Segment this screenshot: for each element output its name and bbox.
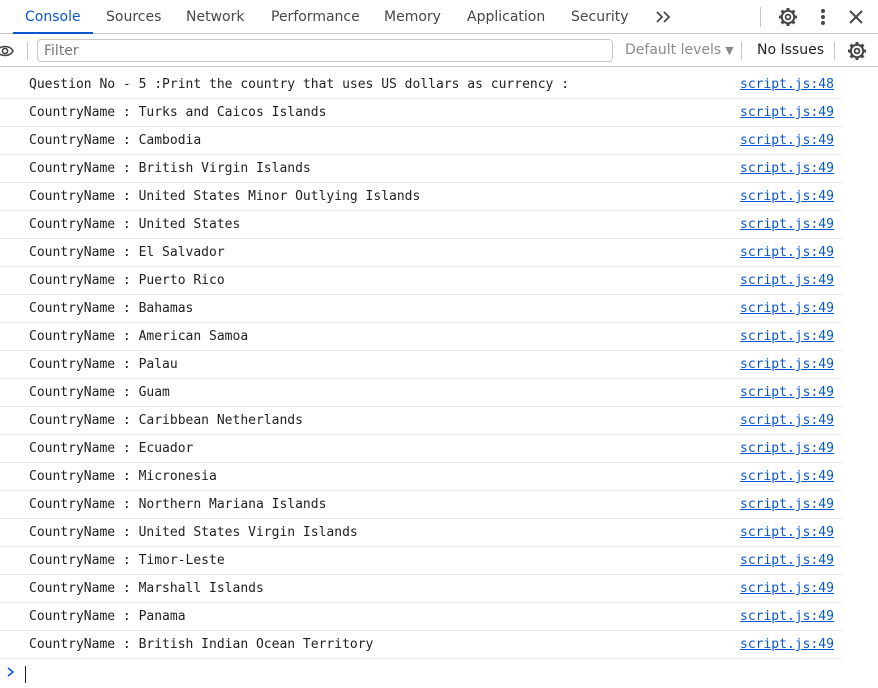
console-message: CountryName : Micronesia script.js:49 (0, 463, 842, 491)
message-text: CountryName : American Samoa (29, 329, 249, 344)
tab-sources[interactable]: Sources (106, 0, 161, 33)
console-message: CountryName : Northern Mariana Islands sc… (0, 491, 842, 519)
console-message: CountryName : Ecuador script.js:49 (0, 435, 842, 463)
message-text: CountryName : Micronesia (29, 469, 217, 484)
console-message: CountryName : Cambodia script.js:49 (0, 127, 842, 155)
console-message: CountryName : British Virgin Islands scri… (0, 155, 842, 183)
message-text: CountryName : Puerto Rico (29, 273, 225, 288)
console-message: CountryName : American Samoa script.js:49 (0, 323, 842, 351)
console-prompt-icon (6, 664, 16, 684)
source-link[interactable]: script.js:49 (740, 211, 834, 239)
source-link[interactable]: script.js:49 (740, 407, 834, 435)
source-link[interactable]: script.js:49 (740, 351, 834, 379)
tab-application[interactable]: Application (467, 0, 545, 33)
source-link[interactable]: script.js:49 (740, 575, 834, 603)
console-message: CountryName : British Indian Ocean Terri… (0, 631, 842, 659)
tab-security[interactable]: Security (571, 0, 629, 33)
close-icon[interactable] (845, 6, 867, 28)
message-text: CountryName : Ecuador (29, 441, 194, 456)
message-text: CountryName : Timor-Leste (29, 553, 225, 568)
source-link[interactable]: script.js:49 (740, 155, 834, 183)
source-link[interactable]: script.js:49 (740, 435, 834, 463)
console-prompt[interactable] (0, 660, 878, 688)
message-text: CountryName : El Salvador (29, 245, 225, 260)
console-message: CountryName : Palau script.js:49 (0, 351, 842, 379)
source-link[interactable]: script.js:49 (740, 323, 834, 351)
console-message: CountryName : United States Minor Outlyi… (0, 183, 842, 211)
source-link[interactable]: script.js:49 (740, 295, 834, 323)
source-link[interactable]: script.js:49 (740, 379, 834, 407)
source-link[interactable]: script.js:49 (740, 547, 834, 575)
tab-network[interactable]: Network (186, 0, 244, 33)
settings-gear-icon[interactable] (777, 6, 799, 28)
console-message: CountryName : United States Virgin Islan… (0, 519, 842, 547)
source-link[interactable]: script.js:49 (740, 99, 834, 127)
source-link[interactable]: script.js:49 (740, 127, 834, 155)
message-text: Question No - 5 :Print the country that … (29, 77, 570, 92)
console-message: CountryName : Guam script.js:49 (0, 379, 842, 407)
console-message: CountryName : El Salvador script.js:49 (0, 239, 842, 267)
message-text: CountryName : British Indian Ocean Terri… (29, 637, 374, 652)
more-tabs-icon[interactable] (653, 6, 675, 28)
source-link[interactable]: script.js:49 (740, 183, 834, 211)
message-text: CountryName : Northern Mariana Islands (29, 497, 327, 512)
console-message: CountryName : Panama script.js:49 (0, 603, 842, 631)
console-message: CountryName : Timor-Leste script.js:49 (0, 547, 842, 575)
console-toolbar: Default levels▼ No Issues (0, 34, 878, 67)
message-text: CountryName : United States Minor Outlyi… (29, 189, 421, 204)
message-text: CountryName : Bahamas (29, 301, 194, 316)
console-messages: Question No - 5 :Print the country that … (0, 71, 878, 659)
tab-memory[interactable]: Memory (384, 0, 441, 33)
toolbar-divider (834, 42, 835, 60)
toolbar-divider (741, 42, 742, 60)
filter-field[interactable] (37, 39, 613, 62)
tab-performance[interactable]: Performance (271, 0, 360, 33)
log-levels-label: Default levels (625, 42, 722, 58)
text-cursor (25, 666, 26, 683)
source-link[interactable]: script.js:49 (740, 519, 834, 547)
message-text: CountryName : Caribbean Netherlands (29, 413, 303, 428)
console-message: CountryName : Marshall Islands script.js:… (0, 575, 842, 603)
console-message: CountryName : Bahamas script.js:49 (0, 295, 842, 323)
message-text: CountryName : British Virgin Islands (29, 161, 311, 176)
message-text: CountryName : Panama (29, 609, 186, 624)
devtools-tab-bar: Console Sources Network Performance Memo… (0, 0, 878, 34)
message-text: CountryName : United States (29, 217, 241, 232)
message-text: CountryName : Marshall Islands (29, 581, 264, 596)
source-link[interactable]: script.js:49 (740, 631, 834, 659)
message-text: CountryName : United States Virgin Islan… (29, 525, 358, 540)
message-text: CountryName : Turks and Caicos Islands (29, 105, 327, 120)
dropdown-caret-icon: ▼ (725, 44, 734, 57)
console-message: Question No - 5 :Print the country that … (0, 71, 842, 99)
issues-counter[interactable]: No Issues (757, 34, 824, 67)
console-message: CountryName : Puerto Rico script.js:49 (0, 267, 842, 295)
message-text: CountryName : Guam (29, 385, 170, 400)
console-message: CountryName : Turks and Caicos Islands sc… (0, 99, 842, 127)
source-link[interactable]: script.js:48 (740, 71, 834, 99)
toolbar-divider (760, 7, 761, 27)
source-link[interactable]: script.js:49 (740, 603, 834, 631)
source-link[interactable]: script.js:49 (740, 491, 834, 519)
message-text: CountryName : Palau (29, 357, 178, 372)
console-settings-gear-icon[interactable] (846, 40, 868, 62)
kebab-menu-icon[interactable] (812, 6, 834, 28)
tab-console[interactable]: Console (13, 0, 93, 34)
source-link[interactable]: script.js:49 (740, 463, 834, 491)
message-text: CountryName : Cambodia (29, 133, 202, 148)
console-message: CountryName : United States script.js:49 (0, 211, 842, 239)
eye-icon[interactable] (0, 42, 18, 60)
source-link[interactable]: script.js:49 (740, 239, 834, 267)
source-link[interactable]: script.js:49 (740, 267, 834, 295)
log-levels-dropdown[interactable]: Default levels ▼ (625, 34, 734, 67)
toolbar-divider (27, 42, 28, 60)
filter-input[interactable] (38, 40, 612, 62)
console-message: CountryName : Caribbean Netherlands scrip… (0, 407, 842, 435)
